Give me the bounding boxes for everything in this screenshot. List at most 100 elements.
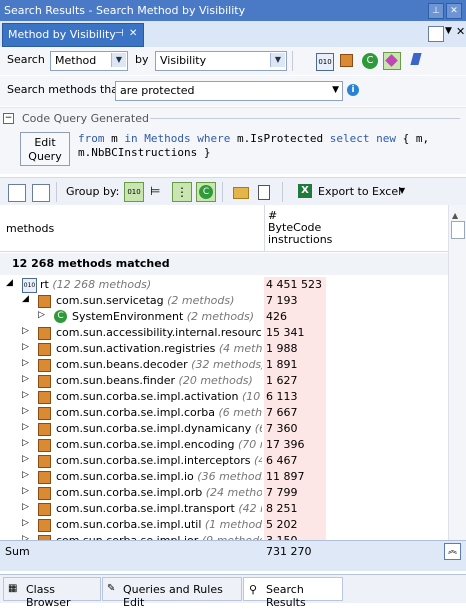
search-type-select[interactable]: Method ▼ <box>50 51 128 71</box>
edit-query-button[interactable]: Edit Query <box>20 132 70 166</box>
expander-icon[interactable]: ▷ <box>22 518 29 528</box>
collapse-up-icon[interactable]: ︽ <box>444 543 461 560</box>
bytecode-cell[interactable]: 11 897 <box>264 469 326 485</box>
group-by-tree-icon[interactable]: ⋮ <box>172 182 192 202</box>
expander-icon[interactable]: ▷ <box>22 358 29 368</box>
method-cell[interactable]: ▷com.sun.corba.se.impl.ior (9 methods) <box>0 533 262 540</box>
expander-icon[interactable]: ▷ <box>38 310 45 320</box>
table-row[interactable]: ▷ com.sun.beans.decoder (32 methods) 1 891 <box>0 357 448 373</box>
method-cell[interactable]: ▷ com.sun.corba.se.impl.activation (10 me… <box>0 389 262 405</box>
expander-icon[interactable]: ▷ <box>22 438 29 448</box>
tab-search-results[interactable]: ⚲ Search Results <box>243 577 343 609</box>
new-window-icon[interactable] <box>428 26 444 42</box>
close-icon[interactable]: ✕ <box>446 3 462 19</box>
method-cell[interactable]: ▷ com.sun.accessibility.internal.resource… <box>0 325 262 341</box>
tab-pin-icon[interactable]: ⊣ <box>115 28 124 39</box>
method-cell[interactable]: ▷ com.sun.corba.se.impl.orb (24 methods) <box>0 485 262 501</box>
export-to-excel-button[interactable]: Export to Excel <box>318 185 401 198</box>
bytecode-cell[interactable]: 7 799 <box>264 485 326 501</box>
method-cell[interactable]: ▷ com.sun.corba.se.impl.corba (6 methods) <box>0 405 262 421</box>
pin-icon[interactable]: ⊥ <box>428 3 444 19</box>
method-cell[interactable]: ▷ com.sun.beans.decoder (32 methods) <box>0 357 262 373</box>
expander-icon[interactable]: ▷ <box>22 374 29 384</box>
expander-icon[interactable]: ▷ <box>22 326 29 336</box>
table-row[interactable]: ▷ com.sun.corba.se.impl.interceptors (48 … <box>0 453 448 469</box>
method-cell[interactable]: ▷ com.sun.corba.se.impl.dynamicany (63 me… <box>0 421 262 437</box>
bytecode-cell[interactable]: 6 113 <box>264 389 326 405</box>
table-row[interactable]: ▷ com.sun.corba.se.impl.io (36 methods) 11… <box>0 469 448 485</box>
method-cell[interactable]: ▷ com.sun.corba.se.impl.interceptors (48 … <box>0 453 262 469</box>
method-cell[interactable]: ▷ com.sun.corba.se.impl.io (36 methods) <box>0 469 262 485</box>
excel-icon[interactable]: X <box>298 184 312 198</box>
chevron-down-icon[interactable]: ▼ <box>111 53 126 67</box>
type-icon[interactable]: C <box>362 53 378 69</box>
bytecode-cell[interactable]: 17 396 <box>264 437 326 453</box>
method-cell[interactable]: ▷ com.sun.activation.registries (4 method… <box>0 341 262 357</box>
tab-close-icon[interactable]: ✕ <box>129 28 137 39</box>
table-row[interactable]: ▷ com.sun.beans.finder (20 methods) 1 627 <box>0 373 448 389</box>
bytecode-cell[interactable]: 4 451 523 <box>264 277 326 293</box>
bytecode-cell[interactable]: 7 360 <box>264 421 326 437</box>
table-row[interactable]: ▷ com.sun.accessibility.internal.resource… <box>0 325 448 341</box>
table-row[interactable]: ▷ com.sun.corba.se.impl.orb (24 methods) 7… <box>0 485 448 501</box>
bytecode-cell[interactable]: 3 150 <box>264 533 326 540</box>
chevron-down-icon[interactable]: ▼ <box>399 186 405 195</box>
table-row[interactable]: ▷ C SystemEnvironment (2 methods) 426 <box>0 309 448 325</box>
method-icon[interactable] <box>383 52 401 70</box>
bytecode-cell[interactable]: 1 627 <box>264 373 326 389</box>
group-by-type-icon[interactable]: C <box>196 182 216 202</box>
bytecode-cell[interactable]: 7 667 <box>264 405 326 421</box>
expander-icon[interactable]: ▷ <box>22 406 29 416</box>
method-cell[interactable]: ▷ com.sun.corba.se.impl.encoding (70 meth… <box>0 437 262 453</box>
table-row[interactable]: ◢ com.sun.servicetag (2 methods) 7 193 <box>0 293 448 309</box>
method-cell[interactable]: ▷ C SystemEnvironment (2 methods) <box>0 309 262 325</box>
chevron-down-icon[interactable]: ▼ <box>332 85 339 95</box>
collapse-all-icon[interactable] <box>32 184 50 202</box>
close-tab-icon[interactable]: ✕ <box>456 25 465 38</box>
bytecode-cell[interactable]: 5 202 <box>264 517 326 533</box>
namespace-icon[interactable] <box>340 54 353 67</box>
tab-class-browser[interactable]: ▦ Class Browser <box>3 577 101 609</box>
expander-icon[interactable]: ▷ <box>22 470 29 480</box>
tab-queries-rules-edit[interactable]: ✎ Queries and Rules Edit <box>102 577 242 609</box>
column-divider[interactable] <box>264 205 265 251</box>
expand-all-icon[interactable] <box>8 184 26 202</box>
field-icon[interactable] <box>410 53 422 65</box>
vertical-scrollbar[interactable]: ▲ <box>448 205 466 540</box>
table-row[interactable]: ▷ com.sun.corba.se.impl.transport (42 met… <box>0 501 448 517</box>
info-icon[interactable]: i <box>347 84 359 96</box>
expander-icon[interactable]: ▷ <box>22 422 29 432</box>
expander-icon[interactable]: ▷ <box>22 342 29 352</box>
method-cell[interactable]: ▷ com.sun.beans.finder (20 methods) <box>0 373 262 389</box>
assembly-icon[interactable]: 010 <box>316 53 334 71</box>
table-row[interactable]: ▷ com.sun.corba.se.impl.util (1 method) 5 … <box>0 517 448 533</box>
folder-icon[interactable] <box>233 187 249 199</box>
table-row[interactable]: ▷com.sun.corba.se.impl.ior (9 methods)3 … <box>0 533 448 540</box>
dropdown-arrow-icon[interactable]: ▼ <box>445 26 452 36</box>
bytecode-cell[interactable]: 15 341 <box>264 325 326 341</box>
expander-icon[interactable]: ▷ <box>22 486 29 496</box>
method-cell[interactable]: ◢ 010 rt (12 268 methods) <box>0 277 262 293</box>
group-by-namespace-icon[interactable]: ⊨ <box>150 184 160 198</box>
tab-method-by-visibility[interactable]: Method by Visibility ⊣ ✕ <box>2 23 144 47</box>
table-row[interactable]: ▷ com.sun.corba.se.impl.corba (6 methods)… <box>0 405 448 421</box>
bytecode-cell[interactable]: 8 251 <box>264 501 326 517</box>
column-header-bytecode[interactable]: # ByteCode instructions <box>268 210 332 246</box>
method-cell[interactable]: ▷ com.sun.corba.se.impl.transport (42 met… <box>0 501 262 517</box>
bytecode-cell[interactable]: 1 891 <box>264 357 326 373</box>
expander-icon[interactable]: ▷ <box>22 454 29 464</box>
column-header-methods[interactable]: methods <box>6 222 54 235</box>
expander-icon[interactable]: ◢ <box>6 278 13 288</box>
file-icon[interactable] <box>258 185 270 200</box>
table-row[interactable]: ▷ com.sun.corba.se.impl.activation (10 me… <box>0 389 448 405</box>
search-by-select[interactable]: Visibility ▼ <box>155 51 287 71</box>
bytecode-cell[interactable]: 426 <box>264 309 326 325</box>
table-row[interactable]: ◢ 010 rt (12 268 methods) 4 451 523 <box>0 277 448 293</box>
expander-icon[interactable]: ▷ <box>22 502 29 512</box>
method-cell[interactable]: ▷ com.sun.corba.se.impl.util (1 method) <box>0 517 262 533</box>
collapse-icon[interactable]: − <box>3 113 14 124</box>
group-by-assembly-icon[interactable]: 010 <box>124 182 144 202</box>
bytecode-cell[interactable]: 6 467 <box>264 453 326 469</box>
bytecode-cell[interactable]: 7 193 <box>264 293 326 309</box>
scroll-up-icon[interactable]: ▲ <box>452 211 458 220</box>
